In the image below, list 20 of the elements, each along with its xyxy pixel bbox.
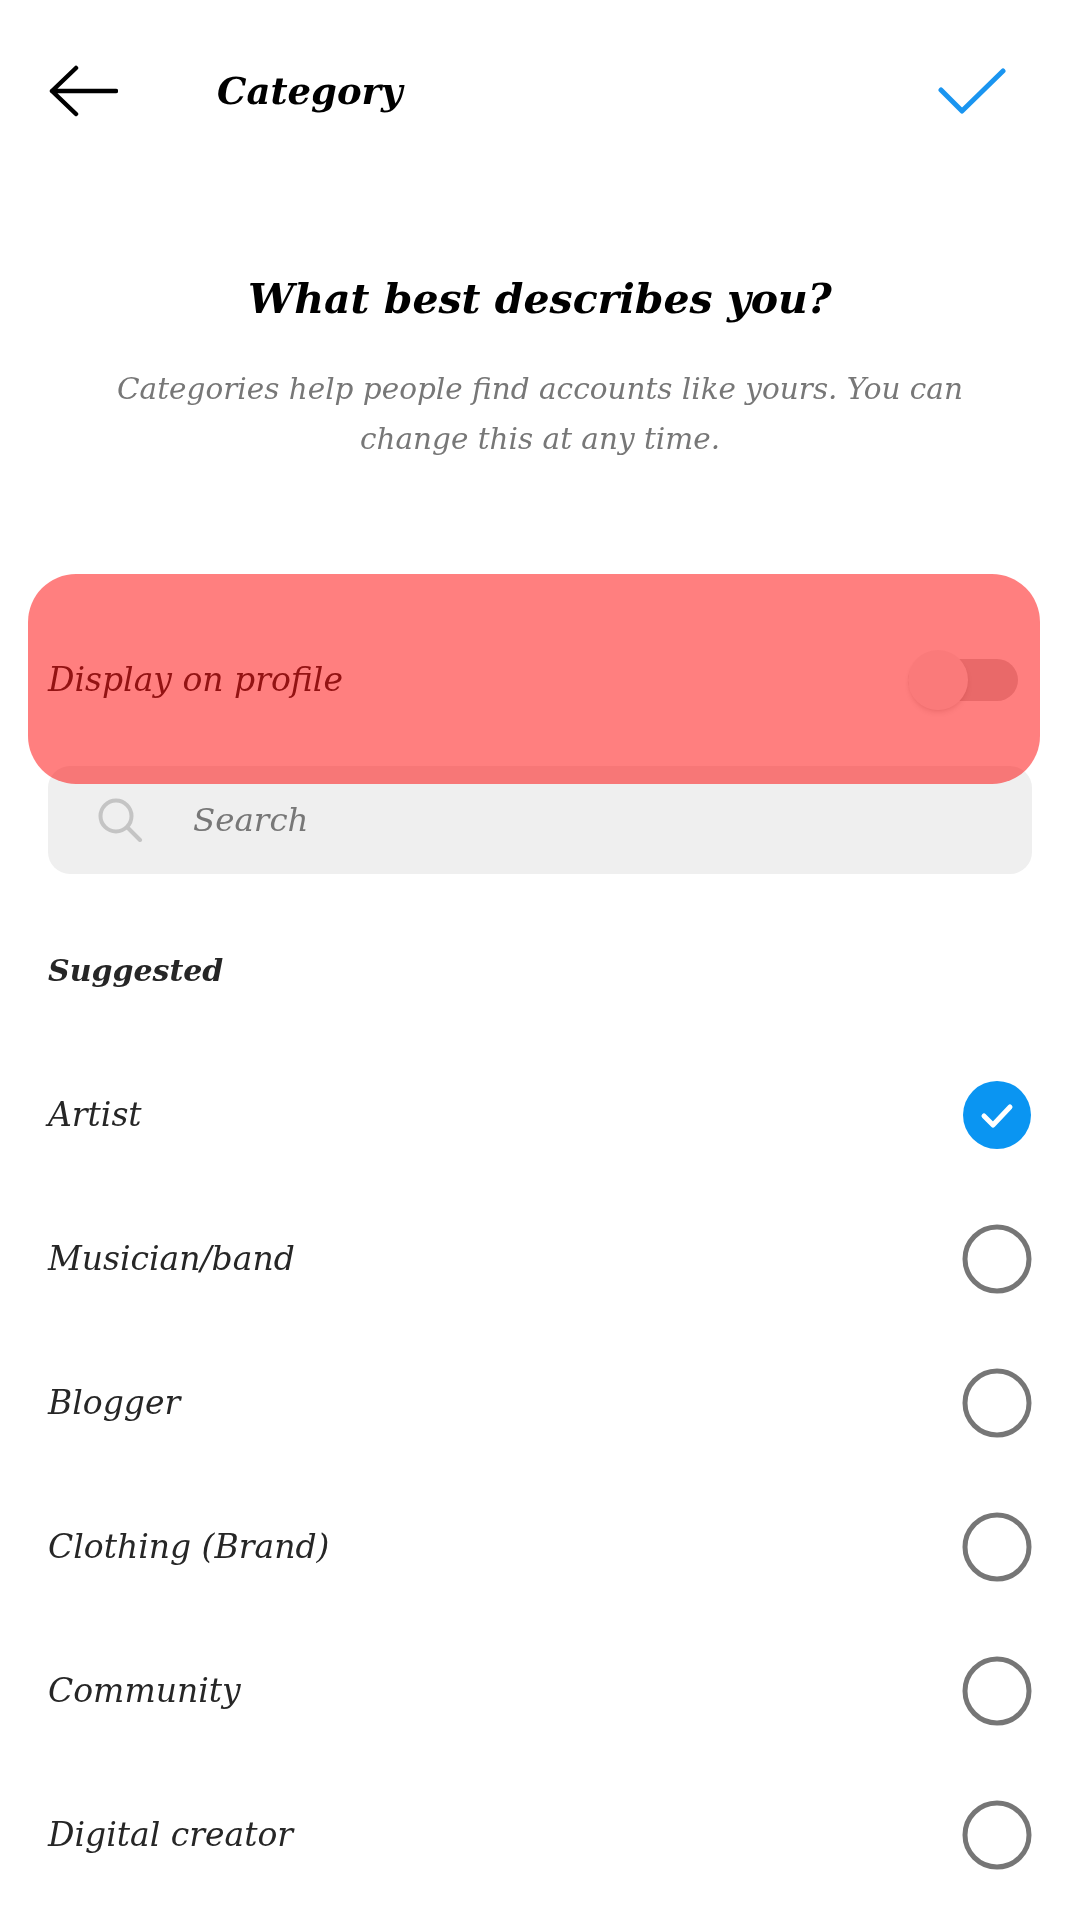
radio-icon[interactable]: [962, 1800, 1032, 1871]
radio-icon[interactable]: [962, 1512, 1032, 1583]
heading: What best describes you?: [247, 275, 833, 325]
category-option[interactable]: Blogger: [48, 1378, 962, 1428]
section-heading: Suggested: [48, 952, 225, 991]
back-arrow-icon[interactable]: [48, 65, 118, 117]
category-option[interactable]: Community: [48, 1666, 962, 1716]
category-option[interactable]: Digital creator: [48, 1810, 962, 1860]
description: Categories help people find accounts like yours. You can change this at any time.: [116, 371, 964, 459]
category-option[interactable]: Musician/band: [48, 1234, 962, 1284]
radio-icon[interactable]: [962, 1224, 1032, 1295]
confirm-check-icon[interactable]: [938, 68, 1006, 114]
search-field[interactable]: Search: [48, 766, 1032, 875]
category-option[interactable]: Clothing (Brand): [48, 1522, 962, 1572]
display-toggle[interactable]: [908, 650, 1018, 711]
display-on-profile-label: Display on profile: [48, 659, 343, 702]
selected-check-icon[interactable]: [962, 1080, 1032, 1151]
search-icon: [98, 798, 143, 843]
radio-icon[interactable]: [962, 1368, 1032, 1439]
radio-icon[interactable]: [962, 1656, 1032, 1727]
